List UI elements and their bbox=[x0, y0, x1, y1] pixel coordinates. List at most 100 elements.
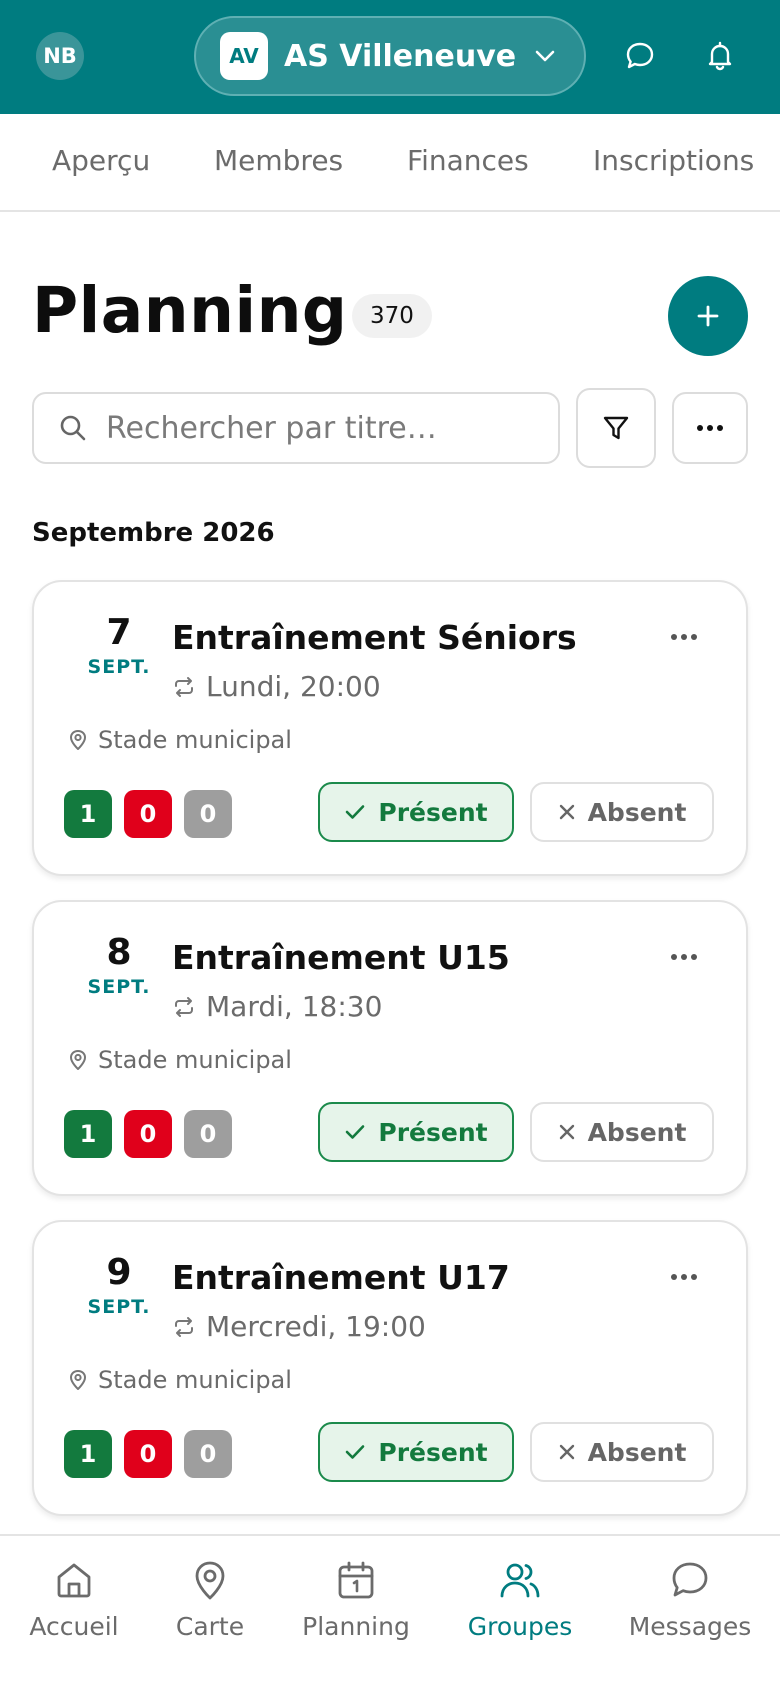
chevron-down-icon bbox=[534, 49, 556, 63]
bottom-navigation: Accueil Carte Planning Groupes Messages bbox=[0, 1534, 780, 1688]
nav-item-groupes[interactable]: Groupes bbox=[442, 1558, 598, 1641]
home-icon bbox=[57, 1563, 91, 1598]
location-pin-icon bbox=[70, 1050, 86, 1070]
event-card[interactable]: 9 SEPT. Entraînement U17 Mercredi, 19:00… bbox=[32, 1220, 748, 1516]
check-icon bbox=[346, 1445, 365, 1459]
month-heading: Septembre 2026 bbox=[32, 518, 275, 548]
event-month: SEPT. bbox=[87, 1296, 151, 1318]
top-bar: NB AV AS Villeneuve bbox=[0, 0, 780, 114]
nav-label: Accueil bbox=[29, 1612, 119, 1641]
present-button[interactable]: Présent bbox=[318, 782, 514, 842]
absent-button[interactable]: Absent bbox=[530, 782, 714, 842]
count-badge: 370 bbox=[352, 294, 432, 338]
close-icon bbox=[559, 1124, 574, 1140]
event-location-text: Stade municipal bbox=[98, 1366, 292, 1394]
absent-button-label: Absent bbox=[587, 1437, 687, 1467]
nav-item-accueil[interactable]: Accueil bbox=[0, 1558, 152, 1641]
nav-label: Groupes bbox=[467, 1612, 573, 1641]
more-options-button[interactable] bbox=[672, 392, 748, 464]
more-horizontal-icon bbox=[671, 954, 697, 960]
event-month: SEPT. bbox=[87, 976, 151, 998]
tab-apercu[interactable]: Aperçu bbox=[52, 144, 150, 177]
section-tabs: Aperçu Membres Finances Inscriptions bbox=[0, 114, 780, 212]
event-month: SEPT. bbox=[87, 656, 151, 678]
check-icon bbox=[346, 1125, 365, 1139]
user-avatar[interactable]: NB bbox=[36, 32, 84, 80]
close-icon bbox=[559, 804, 574, 820]
location-pin-icon bbox=[70, 1370, 86, 1390]
present-count-badge: 1 bbox=[64, 790, 112, 838]
plus-icon bbox=[697, 305, 719, 327]
event-day: 9 bbox=[106, 1252, 132, 1293]
event-schedule: Mardi, 18:30 bbox=[172, 990, 382, 1023]
event-day: 7 bbox=[106, 612, 132, 653]
bell-icon[interactable] bbox=[702, 38, 738, 74]
location-pin-icon bbox=[70, 730, 86, 750]
absent-count-badge: 0 bbox=[124, 1430, 172, 1478]
event-location-text: Stade municipal bbox=[98, 726, 292, 754]
close-icon bbox=[559, 1444, 574, 1460]
event-location: Stade municipal bbox=[66, 1366, 292, 1394]
present-button[interactable]: Présent bbox=[318, 1422, 514, 1482]
event-schedule-text: Mardi, 18:30 bbox=[206, 990, 383, 1023]
tab-membres[interactable]: Membres bbox=[214, 144, 343, 177]
more-horizontal-icon bbox=[671, 634, 697, 640]
nav-item-carte[interactable]: Carte bbox=[132, 1558, 288, 1641]
search-input[interactable] bbox=[106, 410, 526, 446]
nav-label: Planning bbox=[302, 1612, 410, 1641]
present-count-badge: 1 bbox=[64, 1110, 112, 1158]
event-card[interactable]: 8 SEPT. Entraînement U15 Mardi, 18:30 St… bbox=[32, 900, 748, 1196]
pending-count-badge: 0 bbox=[184, 790, 232, 838]
present-button-label: Présent bbox=[378, 1437, 488, 1467]
more-horizontal-icon bbox=[671, 1274, 697, 1280]
org-badge: AV bbox=[220, 32, 268, 80]
map-pin-icon bbox=[195, 1561, 225, 1600]
present-button-label: Présent bbox=[378, 1117, 488, 1147]
absent-count-badge: 0 bbox=[124, 1110, 172, 1158]
absent-button-label: Absent bbox=[587, 1117, 687, 1147]
event-location-text: Stade municipal bbox=[98, 1046, 292, 1074]
absent-button-label: Absent bbox=[587, 797, 687, 827]
event-schedule: Lundi, 20:00 bbox=[172, 670, 381, 703]
pending-count-badge: 0 bbox=[184, 1110, 232, 1158]
present-count-badge: 1 bbox=[64, 1430, 112, 1478]
search-icon bbox=[60, 415, 86, 441]
absent-count-badge: 0 bbox=[124, 790, 172, 838]
search-box bbox=[32, 392, 560, 464]
nav-label: Carte bbox=[175, 1612, 245, 1641]
add-event-button[interactable] bbox=[668, 276, 748, 356]
event-schedule: Mercredi, 19:00 bbox=[172, 1310, 426, 1343]
tab-inscriptions[interactable]: Inscriptions bbox=[593, 144, 754, 177]
pending-count-badge: 0 bbox=[184, 1430, 232, 1478]
chat-icon[interactable] bbox=[622, 38, 658, 74]
present-button-label: Présent bbox=[378, 797, 488, 827]
nav-item-messages[interactable]: Messages bbox=[612, 1558, 768, 1641]
event-more-button[interactable] bbox=[664, 622, 704, 652]
calendar-icon bbox=[338, 1561, 374, 1599]
org-name: AS Villeneuve bbox=[284, 38, 517, 74]
present-button[interactable]: Présent bbox=[318, 1102, 514, 1162]
event-schedule-text: Lundi, 20:00 bbox=[206, 670, 381, 703]
absent-button[interactable]: Absent bbox=[530, 1102, 714, 1162]
repeat-icon bbox=[175, 1316, 193, 1337]
tab-finances[interactable]: Finances bbox=[407, 144, 529, 177]
event-more-button[interactable] bbox=[664, 942, 704, 972]
event-location: Stade municipal bbox=[66, 1046, 292, 1074]
event-card[interactable]: 7 SEPT. Entraînement Séniors Lundi, 20:0… bbox=[32, 580, 748, 876]
users-icon bbox=[500, 1563, 540, 1598]
nav-item-planning[interactable]: Planning bbox=[278, 1558, 434, 1641]
event-title: Entraînement U15 bbox=[172, 938, 510, 977]
event-location: Stade municipal bbox=[66, 726, 292, 754]
chat-icon bbox=[672, 1562, 708, 1597]
check-icon bbox=[346, 805, 365, 819]
filter-icon bbox=[603, 416, 629, 440]
org-switcher[interactable]: AV AS Villeneuve bbox=[194, 16, 586, 96]
filter-button[interactable] bbox=[576, 388, 656, 468]
event-title: Entraînement U17 bbox=[172, 1258, 510, 1297]
event-title: Entraînement Séniors bbox=[172, 618, 577, 657]
event-more-button[interactable] bbox=[664, 1262, 704, 1292]
more-horizontal-icon bbox=[697, 425, 723, 431]
repeat-icon bbox=[175, 996, 193, 1017]
page-title: Planning bbox=[32, 274, 348, 347]
absent-button[interactable]: Absent bbox=[530, 1422, 714, 1482]
